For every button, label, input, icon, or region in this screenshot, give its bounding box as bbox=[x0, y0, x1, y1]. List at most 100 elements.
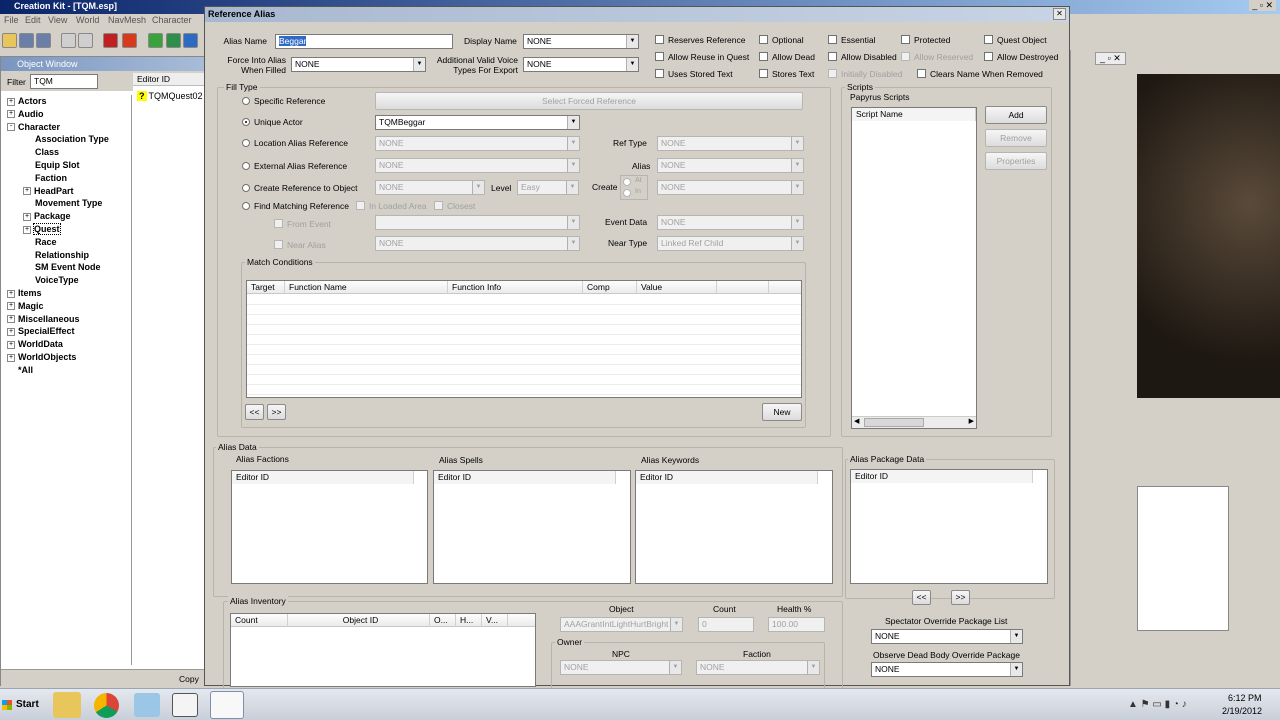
chrome-taskbar-icon[interactable] bbox=[94, 693, 119, 718]
event-data-select[interactable]: NONE ▼ bbox=[657, 215, 804, 230]
tree-item-character[interactable]: - Character bbox=[1, 121, 131, 134]
location-alias-select[interactable]: NONE ▼ bbox=[375, 136, 580, 151]
window-controls[interactable]: _ ▫ ✕ bbox=[1249, 0, 1276, 11]
menu-character[interactable]: Character bbox=[152, 15, 192, 25]
voice-types-select[interactable]: NONE ▼ bbox=[523, 57, 639, 72]
allow-reserved-checkbox[interactable] bbox=[901, 52, 910, 61]
menu-view[interactable]: View bbox=[48, 15, 67, 25]
creation-kit-taskbar-icon[interactable] bbox=[210, 691, 244, 719]
editor-id-header[interactable]: Editor ID bbox=[133, 73, 205, 86]
create-in-radio[interactable] bbox=[623, 189, 631, 197]
expand-icon[interactable]: + bbox=[23, 225, 31, 234]
create-object-select[interactable]: NONE ▼ bbox=[375, 180, 485, 195]
allow-destroyed-checkbox[interactable] bbox=[984, 52, 993, 61]
expand-icon[interactable]: + bbox=[7, 315, 15, 324]
spectator-override-select[interactable]: NONE ▼ bbox=[871, 629, 1023, 644]
tree-item-race[interactable]: Race bbox=[1, 236, 131, 249]
alias-name-input[interactable]: Beggar bbox=[275, 34, 453, 49]
tree-item-specialeffect[interactable]: + SpecialEffect bbox=[1, 325, 131, 338]
tree-item-equip-slot[interactable]: Equip Slot bbox=[1, 159, 131, 172]
tree-item-actors[interactable]: + Actors bbox=[1, 95, 131, 108]
expand-icon[interactable]: + bbox=[7, 302, 15, 311]
redo-icon[interactable] bbox=[78, 33, 93, 48]
tree-item-all[interactable]: *All bbox=[1, 364, 131, 377]
start-button[interactable]: Start bbox=[2, 695, 42, 715]
create-location-select[interactable]: NONE ▼ bbox=[657, 180, 804, 195]
app-taskbar-icon[interactable] bbox=[134, 693, 160, 717]
tree-item-class[interactable]: Class bbox=[1, 146, 131, 159]
script-name-header[interactable]: Script Name bbox=[852, 108, 976, 121]
reserves-reference-checkbox[interactable] bbox=[655, 35, 664, 44]
alias-select[interactable]: NONE ▼ bbox=[657, 158, 804, 173]
external-alias-select[interactable]: NONE ▼ bbox=[375, 158, 580, 173]
expand-icon[interactable]: + bbox=[23, 187, 31, 196]
faction-select[interactable]: NONE ▼ bbox=[696, 660, 820, 675]
create-at-radio[interactable] bbox=[623, 178, 631, 186]
col-function-info[interactable]: Function Info bbox=[448, 281, 583, 294]
tree-item-faction[interactable]: Faction bbox=[1, 172, 131, 185]
expand-icon[interactable]: + bbox=[7, 327, 15, 336]
add-script-button[interactable]: Add bbox=[985, 106, 1047, 124]
col-comp[interactable]: Comp bbox=[583, 281, 637, 294]
stores-text-checkbox[interactable] bbox=[759, 69, 768, 78]
tree-item-package[interactable]: + Package bbox=[1, 210, 131, 223]
window-taskbar-icon[interactable] bbox=[172, 693, 198, 717]
refresh-icon[interactable] bbox=[148, 33, 163, 48]
tree-item-miscellaneous[interactable]: + Miscellaneous bbox=[1, 313, 131, 326]
health-input[interactable]: 100.00 bbox=[768, 617, 825, 632]
collapse-icon[interactable]: - bbox=[7, 123, 15, 132]
tree-item-magic[interactable]: + Magic bbox=[1, 300, 131, 313]
allow-dead-checkbox[interactable] bbox=[759, 52, 768, 61]
alias-spells-list[interactable]: Editor ID bbox=[433, 470, 631, 584]
clears-name-checkbox[interactable] bbox=[917, 69, 926, 78]
unique-actor-select[interactable]: TQMBeggar ▼ bbox=[375, 115, 580, 130]
near-alias-checkbox[interactable] bbox=[274, 240, 283, 249]
tray-icons[interactable]: ▲ ⚑ ▭ ▮ ◔ ♪ bbox=[1128, 699, 1187, 710]
ref-type-select[interactable]: NONE ▼ bbox=[657, 136, 804, 151]
object-select[interactable]: AAAGrantIntLightHurtBright ▼ bbox=[560, 617, 683, 632]
script-scrollbar[interactable]: ◀ ▶ bbox=[852, 416, 976, 428]
tree-item-quest[interactable]: + Quest bbox=[1, 222, 131, 236]
expand-icon[interactable]: + bbox=[23, 212, 31, 221]
filter-input[interactable]: TQM bbox=[30, 74, 98, 89]
create-reference-radio[interactable] bbox=[242, 184, 250, 192]
expand-icon[interactable]: + bbox=[7, 289, 15, 298]
allow-disabled-checkbox[interactable] bbox=[828, 52, 837, 61]
conditions-prev-button[interactable]: << bbox=[245, 404, 264, 420]
scroll-thumb[interactable] bbox=[864, 418, 924, 427]
quest-object-checkbox[interactable] bbox=[984, 35, 993, 44]
landscape-icon[interactable] bbox=[166, 33, 181, 48]
menu-file[interactable]: File bbox=[4, 15, 19, 25]
tree-item-audio[interactable]: + Audio bbox=[1, 108, 131, 121]
open-icon[interactable] bbox=[2, 33, 17, 48]
package-next-button[interactable]: >> bbox=[951, 590, 970, 605]
undo-icon[interactable] bbox=[61, 33, 76, 48]
col-v[interactable]: V... bbox=[482, 614, 508, 627]
essential-checkbox[interactable] bbox=[828, 35, 837, 44]
keywords-editor-id-header[interactable]: Editor ID bbox=[636, 471, 818, 484]
col-value[interactable]: Value bbox=[637, 281, 717, 294]
menu-edit[interactable]: Edit bbox=[25, 15, 41, 25]
col-o[interactable]: O... bbox=[430, 614, 456, 627]
save-all-icon[interactable] bbox=[36, 33, 51, 48]
save-icon[interactable] bbox=[19, 33, 34, 48]
in-loaded-area-checkbox[interactable] bbox=[356, 201, 365, 210]
spells-editor-id-header[interactable]: Editor ID bbox=[434, 471, 616, 484]
expand-icon[interactable]: + bbox=[7, 340, 15, 349]
near-type-select[interactable]: Linked Ref Child ▼ bbox=[657, 236, 804, 251]
tree-item-worlddata[interactable]: + WorldData bbox=[1, 338, 131, 351]
result-row[interactable]: ? TQMQuest02 bbox=[137, 91, 203, 101]
expand-icon[interactable]: + bbox=[7, 110, 15, 119]
tree-item-movement-type[interactable]: Movement Type bbox=[1, 197, 131, 210]
render-view[interactable] bbox=[1137, 74, 1280, 398]
unique-actor-radio[interactable] bbox=[242, 118, 250, 126]
initially-disabled-checkbox[interactable] bbox=[828, 69, 837, 78]
col-h[interactable]: H... bbox=[456, 614, 482, 627]
near-alias-select[interactable]: NONE ▼ bbox=[375, 236, 580, 251]
remove-script-button[interactable]: Remove bbox=[985, 129, 1047, 147]
tree-item-relationship[interactable]: Relationship bbox=[1, 249, 131, 262]
force-into-select[interactable]: NONE ▼ bbox=[291, 57, 426, 72]
external-alias-radio[interactable] bbox=[242, 162, 250, 170]
npc-select[interactable]: NONE ▼ bbox=[560, 660, 682, 675]
conditions-next-button[interactable]: >> bbox=[267, 404, 286, 420]
